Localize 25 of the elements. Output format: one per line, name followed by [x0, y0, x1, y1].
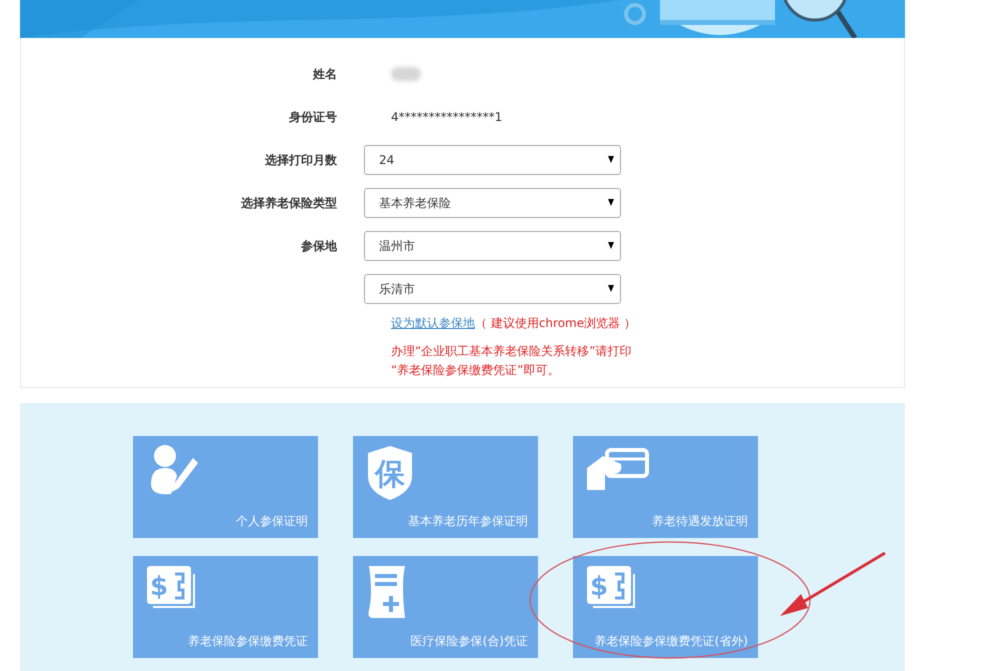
set-default-link[interactable]: 设为默认参保地	[391, 316, 475, 330]
certificate-tile-button[interactable]: 医疗保险参保(合)凭证	[353, 556, 538, 658]
certificate-tile-button[interactable]: 个人参保证明	[133, 436, 318, 538]
field-label: 身份证号	[289, 110, 337, 124]
select-field[interactable]: 基本养老保险	[364, 188, 621, 218]
certificate-tile-button[interactable]: $ 养老保险参保缴费凭证	[133, 556, 318, 658]
certificate-tile-button[interactable]: 保 基本养老历年参保证明	[353, 436, 538, 538]
field-label: 选择养老保险类型	[241, 196, 337, 210]
notice-text: 办理“企业职工基本养老保险关系转移”请打印 “养老保险参保缴费凭证”即可。	[391, 343, 632, 380]
field-label: 参保地	[301, 238, 337, 252]
browser-hint: （ 建议使用chrome浏览器 ）	[475, 316, 636, 330]
select-field[interactable]: 24	[364, 144, 621, 174]
certificate-tile-button[interactable]: 养老待遇发放证明	[573, 436, 758, 538]
select-field[interactable]: 温州市	[364, 230, 621, 260]
id-number: 4****************1	[390, 108, 502, 126]
shield-icon: 保	[365, 444, 415, 502]
caret-icon	[608, 199, 614, 206]
blurred-value	[391, 66, 421, 80]
caret-icon	[608, 285, 614, 292]
caret-icon	[608, 156, 614, 163]
select-field[interactable]: 乐清市	[364, 274, 621, 304]
caret-icon	[608, 242, 614, 249]
field-label: 姓名	[313, 66, 337, 80]
field-label: 选择打印月数	[265, 152, 337, 166]
certificate-tile-button[interactable]: $ 养老保险参保缴费凭证(省外)	[573, 556, 758, 658]
